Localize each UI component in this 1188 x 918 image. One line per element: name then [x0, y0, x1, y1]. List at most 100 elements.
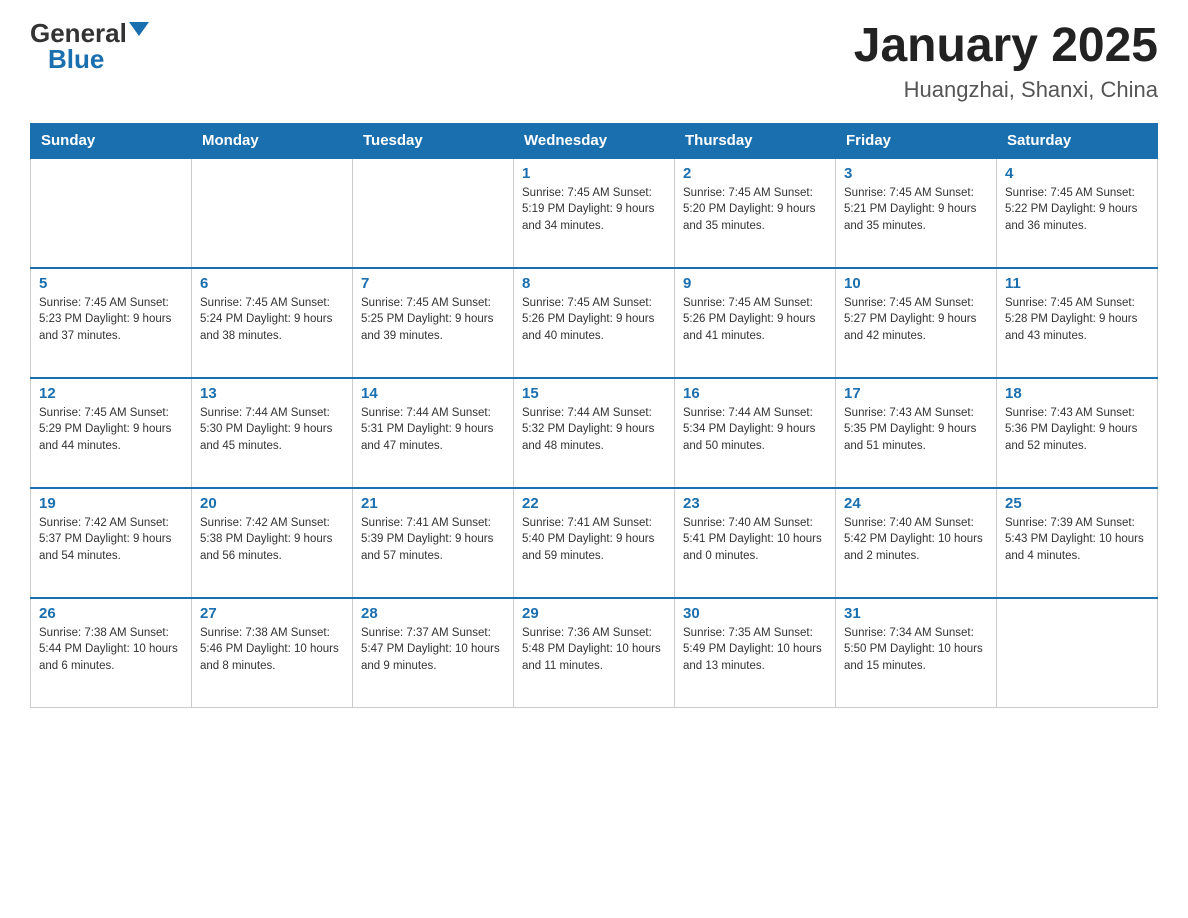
- calendar-cell: 7Sunrise: 7:45 AM Sunset: 5:25 PM Daylig…: [353, 268, 514, 378]
- day-number: 7: [361, 275, 505, 292]
- day-number: 16: [683, 385, 827, 402]
- day-info: Sunrise: 7:44 AM Sunset: 5:34 PM Dayligh…: [683, 405, 827, 455]
- calendar-cell: 30 Sunrise: 7:35 AM Sunset: 5:49 PM Dayli…: [675, 598, 836, 708]
- day-number: 19: [39, 495, 183, 512]
- header-sunday: Sunday: [31, 123, 192, 158]
- day-info: Sunrise: 7:39 AM Sunset: 5:43 PM Dayligh…: [1005, 515, 1149, 565]
- day-info: Sunrise: 7:45 AM Sunset: 5:24 PM Dayligh…: [200, 295, 344, 345]
- calendar-cell: 16 Sunrise: 7:44 AM Sunset: 5:34 PM Dayli…: [675, 378, 836, 488]
- calendar-cell: 4 Sunrise: 7:45 AM Sunset: 5:22 PM Daylig…: [997, 158, 1158, 268]
- calendar-cell: 31 Sunrise: 7:34 AM Sunset: 5:50 PM Dayli…: [836, 598, 997, 708]
- calendar-cell: 10Sunrise: 7:45 AM Sunset: 5:27 PM Dayli…: [836, 268, 997, 378]
- day-info: Sunrise: 7:42 AM Sunset: 5:37 PM Dayligh…: [39, 515, 183, 565]
- day-info: Sunrise: 7:45 AM Sunset: 5:26 PM Dayligh…: [522, 295, 666, 345]
- day-number: 12: [39, 385, 183, 402]
- day-info: Sunrise: 7:41 AM Sunset: 5:40 PM Dayligh…: [522, 515, 666, 565]
- calendar-cell: 25Sunrise: 7:39 AM Sunset: 5:43 PM Dayli…: [997, 488, 1158, 598]
- day-number: 3: [844, 165, 988, 182]
- day-info: Sunrise: 7:45 AM Sunset: 5:23 PM Dayligh…: [39, 295, 183, 345]
- calendar-cell: 13Sunrise: 7:44 AM Sunset: 5:30 PM Dayli…: [192, 378, 353, 488]
- calendar-cell: 2Sunrise: 7:45 AM Sunset: 5:20 PM Daylig…: [675, 158, 836, 268]
- header-friday: Friday: [836, 123, 997, 158]
- logo-general-text: General: [30, 20, 127, 46]
- day-number: 31: [844, 605, 988, 622]
- page-header: General Blue January 2025 Huangzhai, Sha…: [30, 20, 1158, 103]
- day-info: Sunrise: 7:43 AM Sunset: 5:36 PM Dayligh…: [1005, 405, 1149, 455]
- day-number: 29: [522, 605, 666, 622]
- calendar-cell: 18 Sunrise: 7:43 AM Sunset: 5:36 PM Dayli…: [997, 378, 1158, 488]
- calendar-header: Sunday Monday Tuesday Wednesday Thursday…: [31, 123, 1158, 158]
- day-info: Sunrise: 7:35 AM Sunset: 5:49 PM Dayligh…: [683, 625, 827, 675]
- title-block: January 2025 Huangzhai, Shanxi, China: [854, 20, 1158, 103]
- header-saturday: Saturday: [997, 123, 1158, 158]
- logo-triangle-icon: [129, 22, 149, 36]
- calendar-cell: 14 Sunrise: 7:44 AM Sunset: 5:31 PM Dayli…: [353, 378, 514, 488]
- header-wednesday: Wednesday: [514, 123, 675, 158]
- day-number: 30: [683, 605, 827, 622]
- logo-blue-text: Blue: [48, 46, 104, 72]
- week-row-5: 26Sunrise: 7:38 AM Sunset: 5:44 PM Dayli…: [31, 598, 1158, 708]
- week-row-2: 5 Sunrise: 7:45 AM Sunset: 5:23 PM Daylig…: [31, 268, 1158, 378]
- calendar-table: Sunday Monday Tuesday Wednesday Thursday…: [30, 123, 1158, 709]
- day-number: 13: [200, 385, 344, 402]
- day-number: 15: [522, 385, 666, 402]
- calendar-cell: 23 Sunrise: 7:40 AM Sunset: 5:41 PM Dayli…: [675, 488, 836, 598]
- day-number: 28: [361, 605, 505, 622]
- day-number: 22: [522, 495, 666, 512]
- calendar-cell: 24 Sunrise: 7:40 AM Sunset: 5:42 PM Dayli…: [836, 488, 997, 598]
- day-number: 21: [361, 495, 505, 512]
- calendar-cell: [997, 598, 1158, 708]
- location-title: Huangzhai, Shanxi, China: [854, 77, 1158, 103]
- day-number: 1: [522, 165, 666, 182]
- day-number: 23: [683, 495, 827, 512]
- calendar-cell: 5 Sunrise: 7:45 AM Sunset: 5:23 PM Daylig…: [31, 268, 192, 378]
- header-tuesday: Tuesday: [353, 123, 514, 158]
- day-info: Sunrise: 7:45 AM Sunset: 5:21 PM Dayligh…: [844, 185, 988, 235]
- calendar-cell: 17Sunrise: 7:43 AM Sunset: 5:35 PM Dayli…: [836, 378, 997, 488]
- calendar-cell: 15 Sunrise: 7:44 AM Sunset: 5:32 PM Dayli…: [514, 378, 675, 488]
- day-number: 27: [200, 605, 344, 622]
- day-number: 4: [1005, 165, 1149, 182]
- day-number: 18: [1005, 385, 1149, 402]
- day-info: Sunrise: 7:40 AM Sunset: 5:42 PM Dayligh…: [844, 515, 988, 565]
- day-info: Sunrise: 7:45 AM Sunset: 5:20 PM Dayligh…: [683, 185, 827, 235]
- day-number: 24: [844, 495, 988, 512]
- day-info: Sunrise: 7:45 AM Sunset: 5:22 PM Dayligh…: [1005, 185, 1149, 235]
- calendar-cell: 8Sunrise: 7:45 AM Sunset: 5:26 PM Daylig…: [514, 268, 675, 378]
- day-number: 14: [361, 385, 505, 402]
- day-number: 26: [39, 605, 183, 622]
- calendar-cell: 1 Sunrise: 7:45 AM Sunset: 5:19 PM Daylig…: [514, 158, 675, 268]
- day-number: 6: [200, 275, 344, 292]
- day-info: Sunrise: 7:45 AM Sunset: 5:28 PM Dayligh…: [1005, 295, 1149, 345]
- day-info: Sunrise: 7:34 AM Sunset: 5:50 PM Dayligh…: [844, 625, 988, 675]
- day-number: 17: [844, 385, 988, 402]
- day-number: 10: [844, 275, 988, 292]
- week-row-1: 1 Sunrise: 7:45 AM Sunset: 5:19 PM Daylig…: [31, 158, 1158, 268]
- day-number: 9: [683, 275, 827, 292]
- header-monday: Monday: [192, 123, 353, 158]
- calendar-cell: 6 Sunrise: 7:45 AM Sunset: 5:24 PM Daylig…: [192, 268, 353, 378]
- calendar-cell: 22 Sunrise: 7:41 AM Sunset: 5:40 PM Dayli…: [514, 488, 675, 598]
- day-info: Sunrise: 7:36 AM Sunset: 5:48 PM Dayligh…: [522, 625, 666, 675]
- day-info: Sunrise: 7:42 AM Sunset: 5:38 PM Dayligh…: [200, 515, 344, 565]
- calendar-cell: 27 Sunrise: 7:38 AM Sunset: 5:46 PM Dayli…: [192, 598, 353, 708]
- calendar-cell: [192, 158, 353, 268]
- day-info: Sunrise: 7:45 AM Sunset: 5:19 PM Dayligh…: [522, 185, 666, 235]
- logo: General Blue: [30, 20, 149, 72]
- day-info: Sunrise: 7:44 AM Sunset: 5:32 PM Dayligh…: [522, 405, 666, 455]
- header-thursday: Thursday: [675, 123, 836, 158]
- calendar-cell: 19 Sunrise: 7:42 AM Sunset: 5:37 PM Dayli…: [31, 488, 192, 598]
- day-info: Sunrise: 7:40 AM Sunset: 5:41 PM Dayligh…: [683, 515, 827, 565]
- day-number: 20: [200, 495, 344, 512]
- day-info: Sunrise: 7:44 AM Sunset: 5:31 PM Dayligh…: [361, 405, 505, 455]
- week-row-4: 19 Sunrise: 7:42 AM Sunset: 5:37 PM Dayli…: [31, 488, 1158, 598]
- weekday-header-row: Sunday Monday Tuesday Wednesday Thursday…: [31, 123, 1158, 158]
- day-info: Sunrise: 7:45 AM Sunset: 5:29 PM Dayligh…: [39, 405, 183, 455]
- calendar-cell: 26Sunrise: 7:38 AM Sunset: 5:44 PM Dayli…: [31, 598, 192, 708]
- day-info: Sunrise: 7:41 AM Sunset: 5:39 PM Dayligh…: [361, 515, 505, 565]
- week-row-3: 12 Sunrise: 7:45 AM Sunset: 5:29 PM Dayli…: [31, 378, 1158, 488]
- day-info: Sunrise: 7:38 AM Sunset: 5:46 PM Dayligh…: [200, 625, 344, 675]
- day-number: 5: [39, 275, 183, 292]
- calendar-cell: 12 Sunrise: 7:45 AM Sunset: 5:29 PM Dayli…: [31, 378, 192, 488]
- calendar-cell: [353, 158, 514, 268]
